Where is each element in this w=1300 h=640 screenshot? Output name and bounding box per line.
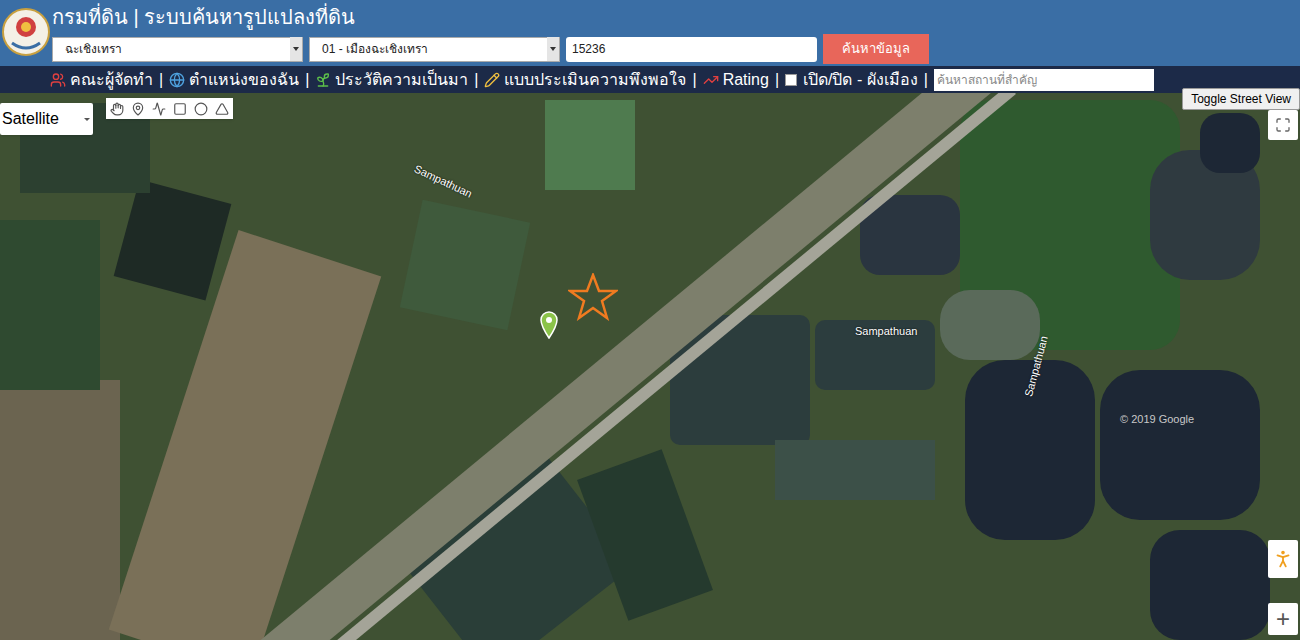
form-icon (484, 72, 500, 88)
menu-item[interactable]: คณะผู้จัดทำ (50, 68, 153, 92)
drawing-toolbar (106, 98, 233, 119)
team-icon (50, 72, 66, 88)
map-type-select[interactable]: Satellite (0, 103, 93, 135)
pond (775, 440, 935, 500)
menu-separator: | (474, 68, 478, 92)
logo (0, 0, 52, 66)
dropdown-arrow-icon (83, 115, 91, 123)
fullscreen-button[interactable] (1268, 110, 1298, 140)
marker-icon[interactable] (131, 102, 145, 116)
pond (114, 179, 232, 300)
menu-bar: คณะผู้จัดทำ|ตำแหน่งของฉัน|ประวัติความเป็… (0, 66, 1300, 93)
app: กรมที่ดิน | ระบบค้นหารูปแปลงที่ดินฉะเชิง… (0, 0, 1300, 640)
pond (940, 290, 1040, 360)
place-label: Sampathuan (855, 323, 917, 340)
city-plan-checkbox[interactable] (785, 74, 797, 86)
globe-icon (169, 72, 185, 88)
pegman-button[interactable] (1268, 540, 1298, 578)
pond (0, 220, 100, 390)
menu-separator: | (692, 68, 696, 92)
circle-icon[interactable] (194, 102, 208, 116)
sprout-icon (315, 72, 331, 88)
fullscreen-icon (1275, 117, 1291, 133)
province-select[interactable]: ฉะเชิงเทรา (52, 37, 303, 62)
menu-item[interactable]: แบบประเมินความพึงพอใจ (484, 68, 686, 92)
search-button[interactable]: ค้นหาข้อมูล (823, 34, 929, 64)
pond (1200, 113, 1260, 173)
pegman-icon (1272, 546, 1294, 572)
marker-pin-icon[interactable] (540, 311, 558, 339)
rectangle-icon[interactable] (173, 102, 187, 116)
pond (400, 200, 530, 330)
menu-separator: | (305, 68, 309, 92)
hand-icon[interactable] (110, 102, 124, 116)
menu-separator: | (159, 68, 163, 92)
street-view-toggle-button[interactable]: Toggle Street View (1182, 88, 1300, 110)
place-label: Sampathuan (411, 161, 475, 202)
menu-item[interactable]: ประวัติความเป็นมา (315, 68, 468, 92)
parcel-input[interactable]: 15236 (566, 37, 817, 62)
title: กรมที่ดิน | ระบบค้นหารูปแปลงที่ดิน (52, 3, 1300, 31)
field (0, 380, 120, 640)
polyline-icon[interactable] (152, 102, 166, 116)
pond (1150, 530, 1270, 640)
pond (545, 100, 635, 190)
dropdown-arrow-icon (290, 37, 302, 61)
city-plan-toggle[interactable]: เปิด/ปิด - ผังเมือง (785, 68, 918, 92)
dropdown-arrow-icon (547, 37, 559, 61)
map[interactable]: SampathuanSampathuanSampathuan© 2019 Goo… (0, 93, 1300, 640)
menu-separator: | (924, 68, 928, 92)
place-search-input[interactable]: ค้นหาสถานที่สำคัญ (934, 69, 1154, 91)
header: กรมที่ดิน | ระบบค้นหารูปแปลงที่ดินฉะเชิง… (0, 0, 1300, 66)
pond (577, 449, 713, 621)
menu-separator: | (775, 68, 779, 92)
district-select[interactable]: 01 - เมืองฉะเชิงเทรา (309, 37, 560, 62)
star-marker-icon (568, 273, 618, 321)
land-department-logo-icon (2, 3, 50, 61)
pond (1100, 370, 1260, 520)
menu-item[interactable]: Rating (703, 68, 769, 92)
zoom-in-button[interactable]: + (1268, 603, 1298, 635)
menu-item[interactable]: ตำแหน่งของฉัน (169, 68, 299, 92)
chart-icon (703, 72, 719, 88)
map-watermark: © 2019 Google (1120, 411, 1194, 428)
polygon-icon[interactable] (215, 102, 229, 116)
